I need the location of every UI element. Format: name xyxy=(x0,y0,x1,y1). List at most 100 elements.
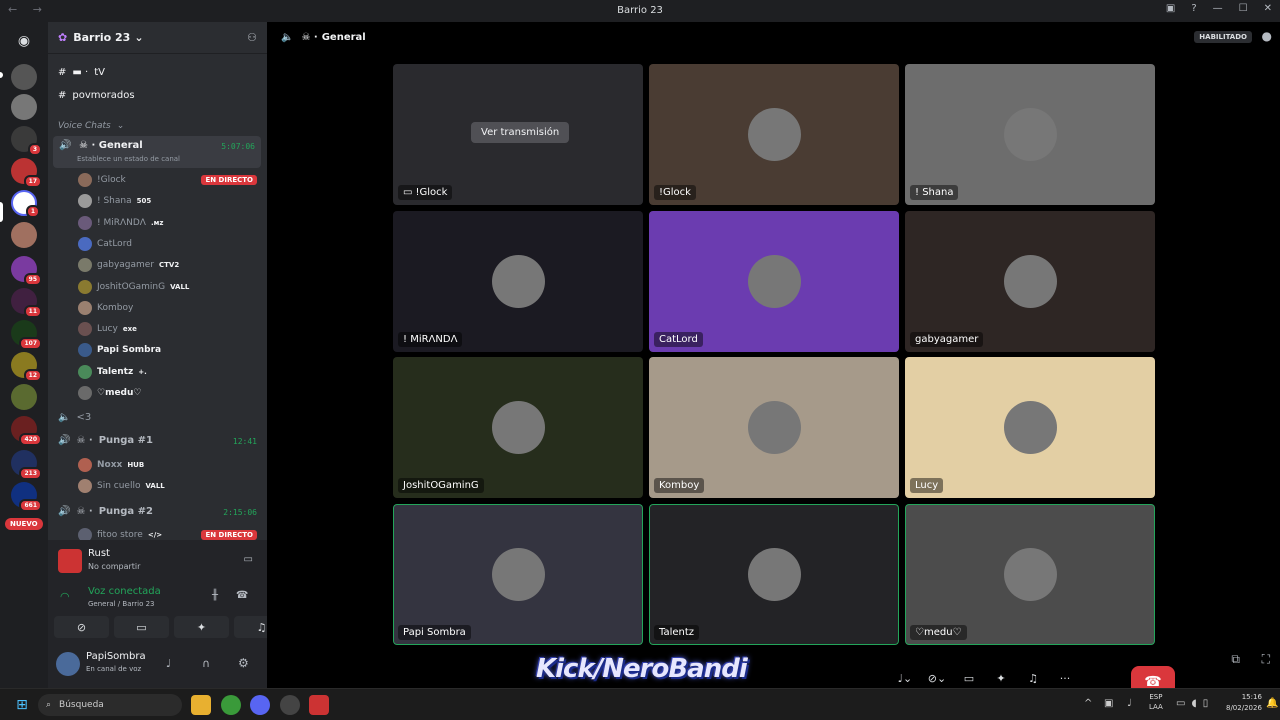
minimize-button[interactable]: — xyxy=(1213,3,1223,14)
stream-settings-icon[interactable]: ▭ xyxy=(244,554,253,565)
server-header[interactable]: ✿ Barrio 23 ⌄ ⚇ xyxy=(48,22,267,54)
voice-user[interactable]: Sin cuello VALL xyxy=(78,478,165,494)
maximize-button[interactable]: ☐ xyxy=(1239,3,1248,14)
add-member-icon[interactable]: ⚇ xyxy=(247,31,257,44)
screen-share-button[interactable]: ▭ xyxy=(958,667,980,689)
voice-user[interactable]: ! MiRΛNDΛ .ᴍᴢ xyxy=(78,215,163,231)
mic-tray-icon[interactable]: ♩ xyxy=(1127,698,1132,709)
voice-user[interactable]: Lucy exe xyxy=(78,321,137,337)
noise-suppression-icon[interactable]: ╫ xyxy=(212,590,218,601)
server-icon-8[interactable]: 107 xyxy=(11,320,42,350)
server-icon-9[interactable]: 12 xyxy=(11,352,42,382)
voice-channel-general[interactable]: 🔊 ☠ · General 5:07:06 Establece un estad… xyxy=(53,136,261,168)
tray-icon[interactable]: ▣ xyxy=(1104,698,1113,709)
folder-icon[interactable] xyxy=(191,695,211,715)
channel-tv[interactable]: # ▬ · tV xyxy=(58,67,105,78)
obs-icon[interactable] xyxy=(280,695,300,715)
rust-taskbar-icon[interactable] xyxy=(309,695,329,715)
voice-user[interactable]: JoshitOGaminG VALL xyxy=(78,279,189,295)
participant-tile[interactable]: ♡medu♡ xyxy=(905,503,1155,645)
voice-user[interactable]: Komboy xyxy=(78,300,138,316)
voice-channel-punga2[interactable]: 🔊 ☠ · Punga #2 xyxy=(58,506,153,517)
server-icon-4[interactable]: 17 xyxy=(11,158,42,188)
tray-chevron-icon[interactable]: ^ xyxy=(1084,698,1092,709)
category-voice-chats[interactable]: Voice Chats ⌄ xyxy=(58,121,124,131)
language-indicator[interactable]: ESP LAA xyxy=(1149,692,1163,712)
mic-button[interactable]: ♩⌄ xyxy=(894,667,916,689)
participant-tile[interactable]: ! MiRΛNDΛ xyxy=(393,210,643,352)
participant-tile[interactable]: ! Shana xyxy=(905,64,1155,205)
voice-user[interactable]: ! Shana 505 xyxy=(78,193,151,209)
participant-tile[interactable]: Papi Sombra xyxy=(393,503,643,645)
participant-tile[interactable]: CatLord xyxy=(649,210,899,352)
participant-tile[interactable]: JoshitOGaminG xyxy=(393,357,643,498)
chrome-icon[interactable] xyxy=(221,695,241,715)
chat-bubble-icon[interactable]: ● xyxy=(1262,29,1272,43)
call-controls: ♩⌄ ⊘⌄ ▭ ✦ ♫ ··· xyxy=(894,667,1076,689)
activities-button[interactable]: ✦ xyxy=(990,667,1012,689)
avatar[interactable] xyxy=(56,652,80,676)
voice-user[interactable]: gabyagamer CTV2 xyxy=(78,257,179,273)
server-icon-5[interactable] xyxy=(11,222,37,248)
inbox-icon[interactable]: ▣ xyxy=(1166,3,1175,14)
server-icon-3[interactable]: 3 xyxy=(11,126,42,156)
server-icon-barrio23[interactable]: 1 xyxy=(11,190,40,218)
participant-tile[interactable]: Komboy xyxy=(649,357,899,498)
settings-gear-icon[interactable]: ⚙ xyxy=(238,656,249,670)
fullscreen-icon[interactable]: ⛶ xyxy=(1262,652,1270,667)
voice-user[interactable]: Papi Sombra xyxy=(78,342,166,358)
participant-tile[interactable]: Talentz xyxy=(649,503,899,645)
activity-card[interactable]: Rust No compartir ▭ xyxy=(54,546,261,576)
disconnect-icon[interactable]: ☎ xyxy=(236,590,248,601)
notifications-icon[interactable]: 🔔 xyxy=(1266,698,1278,709)
clock[interactable]: 15:16 8/02/2026 xyxy=(1226,692,1262,714)
share-screen-button[interactable]: ▭ xyxy=(114,616,169,638)
taskbar-search[interactable]: ⌕ Búsqueda xyxy=(38,694,182,716)
user-tag: CTV2 xyxy=(159,261,180,270)
participant-tile[interactable]: !Glock xyxy=(649,64,899,205)
channel-povmorados[interactable]: # povmorados xyxy=(58,90,135,101)
help-icon[interactable]: ? xyxy=(1191,3,1196,14)
new-badge[interactable]: NUEVO xyxy=(5,518,43,530)
voice-user[interactable]: CatLord xyxy=(78,236,137,252)
voice-channel-heart[interactable]: 🔈 <3 xyxy=(58,412,91,423)
server-icon-1[interactable] xyxy=(11,64,37,90)
more-button[interactable]: ··· xyxy=(1054,667,1076,689)
soundboard-button[interactable]: ♫ xyxy=(1022,667,1044,689)
discord-home-icon[interactable]: ◉ xyxy=(11,28,37,54)
user-status: En canal de voz xyxy=(86,665,142,673)
voice-channel-path[interactable]: General / Barrio 23 xyxy=(88,600,154,608)
enabled-badge[interactable]: HABILITADO xyxy=(1194,31,1252,43)
channel-status[interactable]: Establece un estado de canal xyxy=(77,155,180,163)
server-icon-7[interactable]: 11 xyxy=(11,288,42,318)
server-icon-10[interactable] xyxy=(11,384,37,410)
participant-tile[interactable]: gabyagamer xyxy=(905,210,1155,352)
mic-icon[interactable]: ♩ xyxy=(166,657,171,670)
server-icon-13[interactable]: 661 xyxy=(11,482,42,512)
signal-icon[interactable]: ◠ xyxy=(60,590,70,603)
participant-tile[interactable]: Lucy xyxy=(905,357,1155,498)
server-icon-11[interactable]: 420 xyxy=(11,416,42,446)
camera-button[interactable]: ⊘⌄ xyxy=(926,667,948,689)
server-icon-6[interactable]: 95 xyxy=(11,256,42,286)
discord-taskbar-icon[interactable] xyxy=(250,695,270,715)
stream-icon: ▭ xyxy=(403,187,413,198)
popout-icon[interactable]: ⧉ xyxy=(1231,652,1240,667)
username[interactable]: PapiSombra xyxy=(86,651,146,662)
camera-off-button[interactable]: ⊘ xyxy=(54,616,109,638)
voice-channel-punga1[interactable]: 🔊 ☠ · Punga #1 xyxy=(58,435,153,446)
voice-user[interactable]: !Glock xyxy=(78,172,131,188)
headphones-icon[interactable]: ∩ xyxy=(202,657,210,670)
selected-pill xyxy=(0,202,3,222)
windows-start-icon[interactable]: ⊞ xyxy=(12,695,32,715)
stream-tile[interactable]: Ver transmisión ▭ !Glock xyxy=(393,64,643,205)
avatar xyxy=(78,300,92,315)
activities-button[interactable]: ✦ xyxy=(174,616,229,638)
network-volume-battery-icons[interactable]: ▭◖▯ xyxy=(1176,698,1214,709)
close-button[interactable]: ✕ xyxy=(1264,3,1272,14)
voice-user[interactable]: ♡medu♡ xyxy=(78,385,146,401)
voice-user[interactable]: Noxx HUB xyxy=(78,457,144,473)
server-icon-12[interactable]: 213 xyxy=(11,450,42,480)
server-icon-2[interactable] xyxy=(11,94,37,120)
voice-user[interactable]: Talentz +. xyxy=(78,364,147,380)
